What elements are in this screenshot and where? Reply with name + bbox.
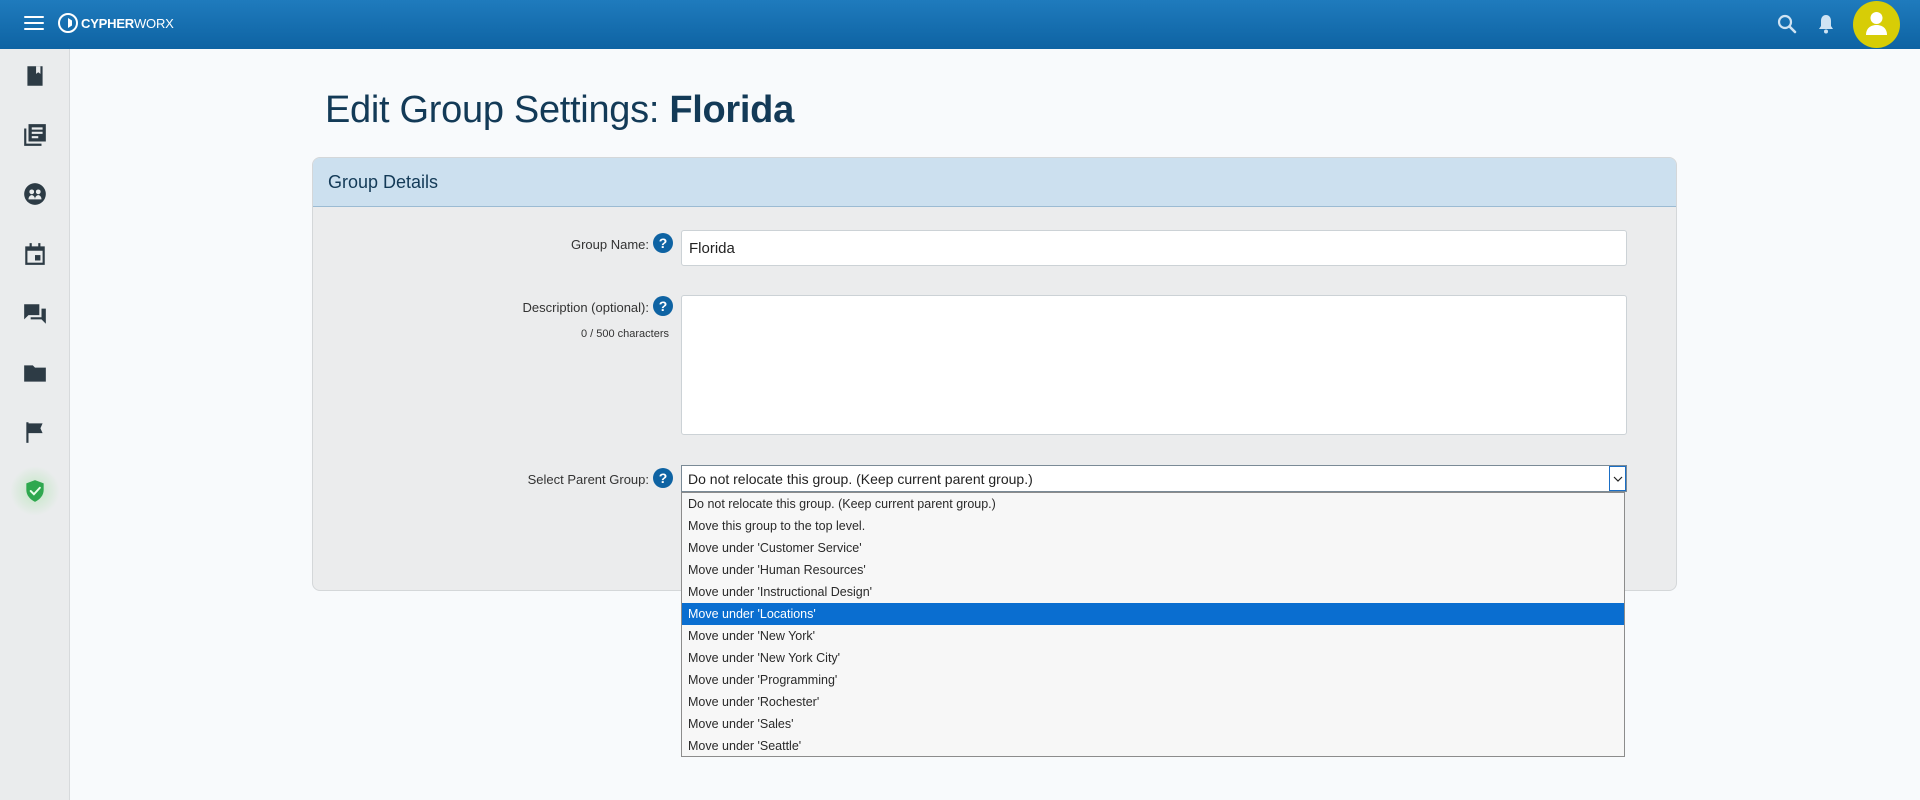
group-name-help-icon[interactable]: ? [653,233,673,253]
description-help-icon[interactable]: ? [653,296,673,316]
search-icon[interactable] [1775,12,1799,36]
parent-group-select[interactable]: Do not relocate this group. (Keep curren… [681,465,1627,492]
dropdown-option[interactable]: Move under 'Human Resources' [682,559,1624,581]
calendar-icon [25,243,45,265]
bell-icon[interactable] [1814,12,1838,36]
book-icon [27,66,43,86]
sidebar-item-courses[interactable] [10,51,60,101]
sidebar-item-reports[interactable] [10,407,60,457]
sidebar-item-library[interactable] [10,110,60,160]
forum-icon [24,304,46,324]
flag-icon [26,422,43,443]
sidebar-item-files[interactable] [10,348,60,398]
user-avatar[interactable] [1853,1,1900,48]
sidebar-item-calendar[interactable] [10,229,60,279]
dropdown-option[interactable]: Move under 'New York' [682,625,1624,647]
groups-icon [24,183,46,205]
shield-check-icon [26,480,44,502]
app-logo[interactable]: CYPHERWORX [57,11,174,35]
description-textarea[interactable] [681,295,1627,435]
sidebar [0,49,70,800]
sidebar-item-admin[interactable] [10,466,60,516]
menu-icon[interactable] [22,11,46,35]
dropdown-option[interactable]: Move under 'Locations' [682,603,1624,625]
dropdown-option[interactable]: Move under 'Programming' [682,669,1624,691]
description-label: Description (optional): [522,300,649,315]
dropdown-option[interactable]: Move under 'Rochester' [682,691,1624,713]
dropdown-option[interactable]: Move under 'Sales' [682,713,1624,735]
dropdown-option[interactable]: Move this group to the top level. [682,515,1624,537]
dropdown-option[interactable]: Move under 'Customer Service' [682,537,1624,559]
dropdown-option[interactable]: Move under 'Seattle' [682,735,1624,757]
top-bar: CYPHERWORX [0,0,1920,49]
page-title: Edit Group Settings: Florida [325,89,794,131]
folder-icon [24,365,46,382]
parent-group-help-icon[interactable]: ? [653,468,673,488]
sidebar-item-forums[interactable] [10,289,60,339]
logo-text: CYPHERWORX [81,15,174,31]
group-name-value: Florida [689,240,735,257]
parent-group-label: Select Parent Group: [527,472,649,487]
description-char-counter: 0 / 500 characters [580,328,669,340]
sidebar-item-groups[interactable] [10,169,60,219]
dropdown-option[interactable]: Move under 'Instructional Design' [682,581,1624,603]
group-name-label: Group Name: [570,237,649,252]
parent-group-dropdown-list: Do not relocate this group. (Keep curren… [681,492,1625,757]
dropdown-option[interactable]: Move under 'New York City' [682,647,1624,669]
user-avatar-icon [1866,12,1887,35]
parent-group-selected-value: Do not relocate this group. (Keep curren… [688,471,1033,487]
page-title-group-name: Florida [669,89,794,131]
group-name-input[interactable]: Florida [681,230,1627,266]
chevron-down-icon[interactable] [1609,466,1626,491]
logo-mark-icon [58,13,78,33]
card-header: Group Details [313,158,1676,207]
card-header-title: Group Details [328,171,439,192]
library-icon [24,124,46,146]
dropdown-option[interactable]: Do not relocate this group. (Keep curren… [682,493,1624,515]
